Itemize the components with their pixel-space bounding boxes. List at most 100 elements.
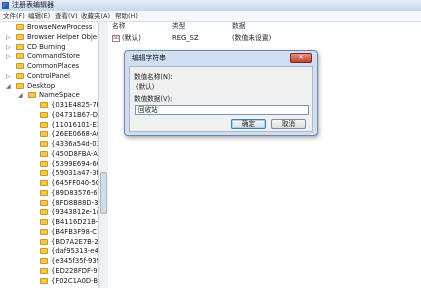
tree-expander-icon[interactable] (30, 171, 35, 176)
tree-item-label: CD Burning (27, 42, 66, 51)
tree-item[interactable]: {BD7A2E7B-21 (0, 238, 98, 247)
tree-item[interactable]: ▷ ControlPanel (0, 72, 98, 81)
tree-item[interactable]: {11016101-E36 (0, 121, 98, 130)
ok-button[interactable]: 确定 (231, 119, 266, 129)
tree-expander-icon[interactable]: ▷ (6, 73, 11, 79)
folder-icon (40, 228, 48, 235)
folder-icon (40, 248, 48, 255)
folder-icon (40, 238, 48, 245)
tree-expander-icon[interactable]: ▷ (6, 54, 11, 60)
column-header-type[interactable]: 类型 (172, 22, 186, 31)
tree-item[interactable]: {daf95313-e44 (0, 247, 98, 256)
tree-expander-icon[interactable] (30, 162, 35, 167)
menu-bar: 文件(F) 编辑(E) 查看(V) 收藏夹(A) 帮助(H) (0, 11, 421, 22)
tree-expander-icon[interactable] (30, 142, 35, 147)
value-data-input[interactable]: 回收站 (135, 105, 309, 115)
column-header-data[interactable]: 数据 (232, 22, 246, 31)
ab-string-icon: ab (112, 35, 120, 42)
scrollbar-thumb[interactable] (100, 172, 107, 214)
tree-item-label: CommandStore (27, 52, 80, 61)
tree-item[interactable]: {59031a47-3f7 (0, 169, 98, 178)
tree-item[interactable]: {9343812e-1c3 (0, 208, 98, 217)
tree-item[interactable]: ◢ NameSpace (0, 91, 98, 100)
title-bar: 注册表编辑器 (0, 0, 421, 11)
folder-icon (40, 199, 48, 206)
tree-item[interactable]: BrowseNewProcess (0, 23, 98, 32)
folder-icon (16, 43, 24, 50)
tree-item-label: {8FD8B88D-30 (51, 198, 99, 207)
tree-expander-icon[interactable] (30, 230, 35, 235)
tree-expander-icon[interactable] (30, 123, 35, 128)
tree-item[interactable]: {26EE0668-A00 (0, 130, 98, 139)
tree-expander-icon[interactable] (30, 201, 35, 206)
tree-item[interactable]: {ED228FDF-9E (0, 267, 98, 276)
tree-item[interactable]: ▷ CommandStore (0, 52, 98, 61)
tree-expander-icon[interactable]: ▷ (6, 34, 11, 40)
tree-expander-icon[interactable]: ◢ (6, 83, 11, 89)
menu-edit[interactable]: 编辑(E) (28, 12, 50, 20)
tree-item[interactable]: ▷ Browser Helper Obje (0, 33, 98, 42)
edit-string-dialog: 编辑字符串 ✕ 数值名称(N): (默认) 数值数据(V): 回收站 确定 取消 (124, 50, 318, 136)
tree-expander-icon[interactable]: ◢ (18, 93, 23, 99)
tree-expander-icon[interactable] (30, 152, 35, 157)
menu-help[interactable]: 帮助(H) (115, 12, 138, 20)
tree-item-label: BrowseNewProcess (27, 23, 93, 31)
tree-item[interactable]: ▷ CD Burning (0, 43, 98, 52)
tree-item-label: {9343812e-1c3 (51, 208, 98, 217)
value-data: (数值未设置) (232, 34, 272, 42)
tree-expander-icon[interactable] (30, 103, 35, 108)
tree-expander-icon[interactable] (30, 259, 35, 264)
registry-key-tree[interactable]: BrowseNewProcess ▷ Browser Helper Obje ▷ CD … (0, 22, 99, 288)
tree-item[interactable]: {5399E694-6CE (0, 160, 98, 169)
tree-item-label: {e345f35f-939 (51, 257, 99, 265)
tree-expander-icon[interactable] (30, 113, 35, 118)
tree-item-label: Browser Helper Obje (27, 32, 98, 41)
tree-expander-icon[interactable] (30, 249, 35, 254)
dialog-close-button[interactable]: ✕ (290, 53, 312, 63)
cancel-button[interactable]: 取消 (271, 119, 306, 129)
tree-expander-icon[interactable]: ▷ (6, 44, 11, 50)
tree-item-label: ControlPanel (27, 71, 70, 80)
tree-item[interactable]: {450D8FBA-AD (0, 150, 98, 159)
folder-icon (16, 72, 24, 79)
value-name-label: 数值名称(N): (134, 73, 173, 81)
tree-expander-icon[interactable] (30, 181, 35, 186)
menu-view[interactable]: 查看(V) (55, 12, 78, 20)
tree-expander-icon[interactable] (30, 210, 35, 215)
tree-expander-icon[interactable] (6, 25, 11, 30)
folder-icon (16, 82, 24, 89)
tree-item[interactable]: CommonPlaces (0, 62, 98, 71)
tree-item[interactable]: {8FD8B88D-30 (0, 199, 98, 208)
tree-expander-icon[interactable] (30, 279, 35, 284)
tree-expander-icon[interactable] (30, 132, 35, 137)
tree-item[interactable]: {645FF040-508 (0, 179, 98, 188)
folder-icon (40, 219, 48, 225)
value-type: REG_SZ (172, 34, 199, 42)
tree-item-label: {031E4825-7B9 (51, 101, 98, 109)
tree-expander-icon[interactable] (30, 240, 35, 245)
tree-item-label: {5399E694-6CE (51, 159, 98, 168)
value-data-label: 数值数据(V): (134, 95, 173, 103)
tree-item[interactable]: {F02C1A0D-BE (0, 277, 98, 286)
tree-expander-icon[interactable] (30, 191, 35, 196)
tree-expander-icon[interactable] (30, 220, 35, 225)
menu-favorites[interactable]: 收藏夹(A) (81, 12, 110, 20)
tree-item[interactable]: {B4FB3F98-C1E (0, 228, 98, 237)
tree-expander-icon[interactable] (6, 64, 11, 69)
tree-item[interactable]: ◢ Desktop (0, 82, 98, 91)
tree-item-label: {F02C1A0D-BE (51, 276, 99, 285)
tree-item[interactable]: {04731B67-D9 (0, 111, 98, 120)
tree-item[interactable]: {031E4825-7B9 (0, 101, 98, 110)
tree-item[interactable]: {e345f35f-939 (0, 257, 98, 266)
tree-item[interactable]: {4336a54d-038 (0, 140, 98, 149)
value-name-readonly: (默认) (136, 83, 155, 91)
tree-item-label: {450D8FBA-AD (51, 149, 99, 158)
tree-item[interactable]: {B4116D21B-3E (0, 218, 98, 227)
folder-icon (16, 33, 24, 40)
menu-file[interactable]: 文件(F) (3, 12, 25, 20)
tree-item-label: {11016101-E36 (51, 120, 98, 129)
tree-item-label: {4336a54d-038 (51, 140, 98, 148)
column-header-name[interactable]: 名称 (112, 22, 126, 31)
tree-item[interactable]: {89D83576-6B (0, 189, 98, 198)
tree-expander-icon[interactable] (30, 269, 35, 274)
